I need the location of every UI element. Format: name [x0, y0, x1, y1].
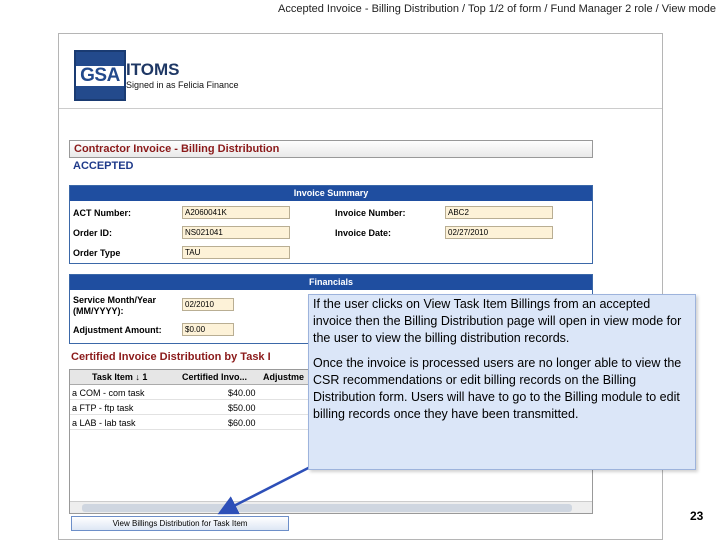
invoice-summary-panel: Invoice Summary ACT Number: A2060041K Or… [69, 185, 593, 264]
app-title: ITOMS [126, 60, 180, 79]
view-billings-distribution-button[interactable]: View Billings Distribution for Task Item [71, 516, 289, 531]
gsa-logo-text: GSA [80, 65, 120, 86]
certified-amount-cell: $40.00 [228, 388, 256, 398]
gsa-logo: GSA [74, 50, 126, 101]
adjustment-amount-field: $0.00 [182, 323, 234, 336]
scrollbar-thumb[interactable] [82, 504, 572, 512]
adjustment-amount-label: Adjustment Amount: [73, 325, 162, 335]
header-divider [59, 108, 662, 109]
status-badge: ACCEPTED [73, 160, 134, 172]
order-id-field: NS021041 [182, 226, 290, 239]
invoice-date-label: Invoice Date: [335, 228, 392, 238]
financials-header: Financials [70, 275, 592, 290]
service-month-format-label: (MM/YYYY): [73, 306, 124, 316]
task-cell: a COM - com task [72, 388, 145, 398]
page-number: 23 [690, 509, 704, 523]
invoice-summary-header: Invoice Summary [70, 186, 592, 201]
column-header-task-item[interactable]: Task Item ↓ 1 [92, 372, 147, 382]
callout-paragraph-1: If the user clicks on View Task Item Bil… [313, 297, 682, 345]
service-month-label: Service Month/Year [73, 295, 157, 305]
act-number-label: ACT Number: [73, 208, 131, 218]
invoice-number-field: ABC2 [445, 206, 553, 219]
order-type-label: Order Type [73, 248, 121, 258]
column-header-adjustment[interactable]: Adjustme [263, 372, 304, 382]
certified-amount-cell: $50.00 [228, 403, 256, 413]
service-month-field: 02/2010 [182, 298, 234, 311]
signed-in-user: Signed in as Felicia Finance [126, 80, 239, 90]
invoice-date-field: 02/27/2010 [445, 226, 553, 239]
order-type-field: TAU [182, 246, 290, 259]
task-cell: a FTP - ftp task [72, 403, 134, 413]
column-header-certified-invoice[interactable]: Certified Invo... [182, 372, 247, 382]
slide-title: Accepted Invoice - Billing Distribution … [278, 3, 716, 15]
certified-distribution-title: Certified Invoice Distribution by Task I [71, 351, 271, 363]
task-cell: a LAB - lab task [72, 418, 136, 428]
order-id-label: Order ID: [73, 228, 113, 238]
horizontal-scrollbar[interactable] [70, 501, 592, 513]
callout-note: If the user clicks on View Task Item Bil… [308, 294, 696, 470]
callout-paragraph-2: Once the invoice is processed users are … [313, 356, 682, 421]
act-number-field: A2060041K [182, 206, 290, 219]
page-title: Contractor Invoice - Billing Distributio… [69, 140, 593, 158]
invoice-number-label: Invoice Number: [335, 208, 406, 218]
certified-amount-cell: $60.00 [228, 418, 256, 428]
